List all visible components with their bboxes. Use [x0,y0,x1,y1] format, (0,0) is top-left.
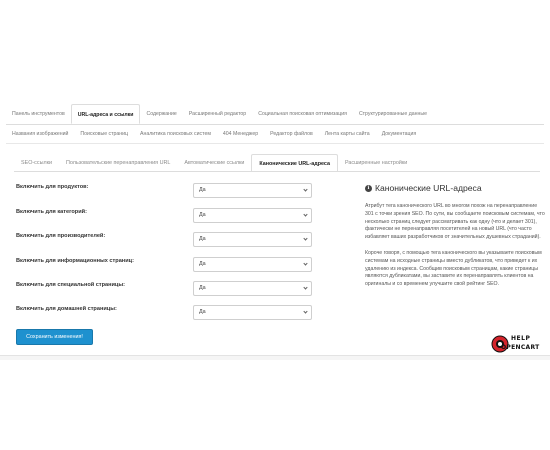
form-row-products: Включить для продуктов: Да [16,183,312,201]
form-row-information-pages: Включить для информационных страниц: Да [16,257,312,275]
tab-search-analytics[interactable]: Аналитика поисковых систем [134,124,217,144]
sub-tabs: SEO-ссылки Пользовательские перенаправле… [14,154,414,172]
chevron-down-icon [303,285,308,290]
form-row-categories: Включить для категорий: Да [16,208,312,226]
label-categories: Включить для категорий: [16,209,87,215]
tab-advanced-editor[interactable]: Расширенный редактор [183,104,252,124]
select-information-pages-value: Да [199,261,206,267]
main-tabs-row-1: Панель инструментов URL-адреса и ссылки … [6,104,546,124]
info-title: Канонические URL-адреса [375,183,482,193]
logo-line-1: HELP [511,335,531,342]
select-home-page-value: Да [199,309,206,315]
select-manufacturers[interactable]: Да [193,232,312,247]
select-products-value: Да [199,187,206,193]
select-special-page[interactable]: Да [193,281,312,296]
tab-urls-and-links[interactable]: URL-адреса и ссылки [70,104,141,124]
label-manufacturers: Включить для производителей: [16,233,106,239]
main-tabs-divider [6,124,544,125]
sub-tabs-divider [14,171,540,172]
chevron-down-icon [303,236,308,241]
main-tabs-bottom-divider [6,143,544,144]
info-paragraph-2: Короче говоря, с помощью тега каноническ… [365,249,542,288]
save-button[interactable]: Сохранить изменения! [16,329,93,345]
subtab-seo-links[interactable]: SEO-ссылки [14,154,59,172]
tab-image-names[interactable]: Названия изображений [6,124,74,144]
tab-social-seo[interactable]: Социальная поисковая оптимизация [252,104,353,124]
label-home-page: Включить для домашней страницы: [16,306,117,312]
chevron-down-icon [303,261,308,266]
select-products[interactable]: Да [193,183,312,198]
subtab-advanced-settings[interactable]: Расширенные настройки [338,154,414,172]
tab-structured-data[interactable]: Структурированные данные [353,104,433,124]
info-title-row: i Канонические URL-адреса [365,183,545,194]
info-circle-icon: i [365,185,372,192]
info-panel: i Канонические URL-адреса Атрибут тега к… [365,183,545,289]
tab-404-manager[interactable]: 404 Менеджер [217,124,264,144]
help-opencart-logo: HELP OPENCART [491,334,547,356]
chevron-down-icon [303,309,308,314]
label-special-page: Включить для специальной страницы: [16,282,126,288]
form-row-home-page: Включить для домашней страницы: Да [16,305,312,323]
select-categories[interactable]: Да [193,208,312,223]
tab-dashboard[interactable]: Панель инструментов [6,104,71,124]
tab-file-editor[interactable]: Редактор файлов [264,124,319,144]
form-row-special-page: Включить для специальной страницы: Да [16,281,312,299]
subtab-auto-links[interactable]: Автоматические ссылки [177,154,251,172]
top-background [0,0,550,92]
select-special-page-value: Да [199,285,206,291]
subtab-custom-redirects[interactable]: Пользовательские перенаправления URL [59,154,177,172]
tab-documentation[interactable]: Документация [376,124,423,144]
label-information-pages: Включить для информационных страниц: [16,258,134,264]
label-products: Включить для продуктов: [16,184,89,190]
tab-search-pages[interactable]: Поисковые страниц [74,124,134,144]
subtab-canonical-urls[interactable]: Канонические URL-адреса [251,154,338,172]
select-categories-value: Да [199,212,206,218]
chevron-down-icon [303,187,308,192]
chevron-down-icon [303,212,308,217]
tab-content[interactable]: Содержание [140,104,182,124]
info-paragraph-1: Атрибут тега канонического URL во многом… [365,203,545,241]
form-row-manufacturers: Включить для производителей: Да [16,232,312,250]
tab-sitemap-feed[interactable]: Лента карты сайта [319,124,376,144]
select-home-page[interactable]: Да [193,305,312,320]
select-manufacturers-value: Да [199,236,206,242]
logo-line-2: OPENCART [501,344,540,351]
select-information-pages[interactable]: Да [193,257,312,272]
main-tabs-row-2: Названия изображений Поисковые страниц А… [6,124,546,144]
